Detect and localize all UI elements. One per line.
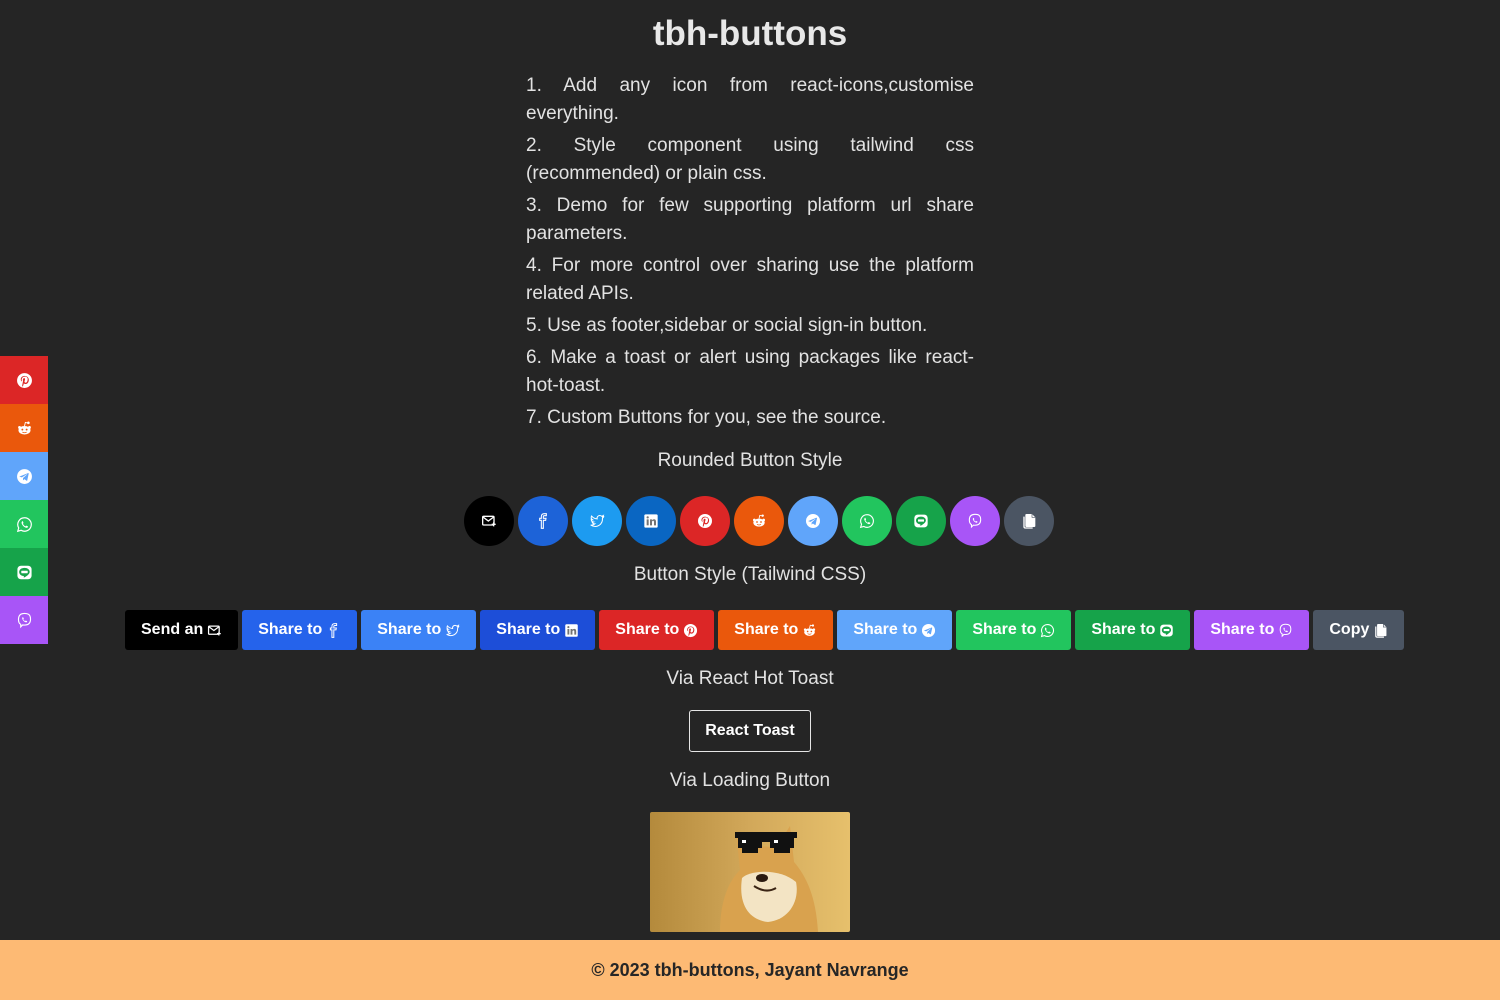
button-label: Share to — [853, 621, 918, 638]
button-label: Share to — [734, 621, 799, 638]
sidebar-whatsapp-button[interactable] — [0, 500, 48, 548]
feature-item: 6. Make a toast or alert using packages … — [526, 347, 974, 396]
feature-item: 2. Style component using tailwind css (r… — [526, 135, 974, 184]
linkedin-round-button[interactable] — [626, 496, 676, 546]
line-icon — [913, 513, 929, 529]
reddit-icon — [16, 420, 33, 437]
telegram-round-button[interactable] — [788, 496, 838, 546]
pinterest-round-button[interactable] — [680, 496, 730, 546]
feature-item: 5. Use as footer,sidebar or social sign-… — [526, 315, 928, 336]
viber-icon — [1278, 623, 1293, 638]
sidebar-pinterest-button[interactable] — [0, 356, 48, 404]
facebook-round-button[interactable] — [518, 496, 568, 546]
viber-icon — [967, 513, 983, 529]
telegram-icon — [16, 468, 33, 485]
react-toast-button[interactable]: React Toast — [689, 710, 811, 752]
sidebar-viber-button[interactable] — [0, 596, 48, 644]
toast-section-heading: Via React Hot Toast — [666, 668, 834, 689]
share-reddit-button[interactable]: Share to — [718, 610, 834, 650]
tailwind-button-row: Send an Share to Share to Share to Share… — [125, 610, 1405, 650]
email-icon — [207, 623, 222, 638]
share-viber-button[interactable]: Share to — [1194, 610, 1310, 650]
button-label: Share to — [615, 621, 680, 638]
pinterest-icon — [16, 372, 33, 389]
linkedin-icon — [643, 513, 659, 529]
tailwind-section-heading: Button Style (Tailwind CSS) — [633, 564, 867, 585]
share-telegram-button[interactable]: Share to — [837, 610, 953, 650]
share-line-button[interactable]: Share to — [1075, 610, 1191, 650]
loading-section-heading: Via Loading Button — [669, 770, 831, 791]
share-linkedin-button[interactable]: Share to — [480, 610, 596, 650]
button-label: Share to — [1210, 621, 1275, 638]
button-label: Share to — [496, 621, 561, 638]
feature-list: 1. Add any icon from react-icons,customi… — [526, 72, 974, 436]
whatsapp-round-button[interactable] — [842, 496, 892, 546]
footer-copyright: © 2023 tbh-buttons, Jayant Navrange — [591, 959, 909, 980]
copy-link-button[interactable]: Copy — [1313, 610, 1405, 650]
feature-item: 7. Custom Buttons for you, see the sourc… — [526, 407, 887, 428]
button-label: Share to — [1091, 621, 1156, 638]
rounded-section-heading: Rounded Button Style — [657, 450, 843, 471]
sidebar-reddit-button[interactable] — [0, 404, 48, 452]
linkedin-icon — [564, 623, 579, 638]
email-icon — [481, 513, 497, 529]
copy-icon — [1373, 623, 1388, 638]
line-icon — [16, 564, 33, 581]
button-label: Copy — [1329, 621, 1370, 638]
twitter-icon — [445, 623, 460, 638]
telegram-icon — [805, 513, 821, 529]
button-label: Share to — [258, 621, 323, 638]
share-sidebar — [0, 356, 48, 644]
pinterest-icon — [683, 623, 698, 638]
share-whatsapp-button[interactable]: Share to — [956, 610, 1072, 650]
copy-round-button[interactable] — [1004, 496, 1054, 546]
sidebar-telegram-button[interactable] — [0, 452, 48, 500]
copy-icon — [1021, 513, 1037, 529]
share-pinterest-button[interactable]: Share to — [599, 610, 715, 650]
button-label: Share to — [377, 621, 442, 638]
reddit-icon — [802, 623, 817, 638]
reddit-round-button[interactable] — [734, 496, 784, 546]
rounded-button-row — [464, 496, 1054, 546]
footer: © 2023 tbh-buttons, Jayant Navrange — [0, 940, 1500, 1000]
whatsapp-icon — [859, 513, 875, 529]
pinterest-icon — [697, 513, 713, 529]
whatsapp-icon — [1040, 623, 1055, 638]
button-label: Send an — [141, 621, 204, 638]
feature-item: 3. Demo for few supporting platform url … — [526, 195, 974, 244]
button-label: Share to — [972, 621, 1037, 638]
reddit-icon — [751, 513, 767, 529]
line-round-button[interactable] — [896, 496, 946, 546]
page-title: tbh-buttons — [652, 14, 848, 53]
feature-item: 4. For more control over sharing use the… — [526, 255, 974, 304]
share-twitter-button[interactable]: Share to — [361, 610, 477, 650]
viber-round-button[interactable] — [950, 496, 1000, 546]
facebook-icon — [535, 513, 551, 529]
loading-button-image[interactable] — [650, 812, 850, 932]
twitter-icon — [589, 513, 605, 529]
email-round-button[interactable] — [464, 496, 514, 546]
line-icon — [1159, 623, 1174, 638]
viber-icon — [16, 612, 33, 629]
telegram-icon — [921, 623, 936, 638]
facebook-icon — [326, 623, 341, 638]
send-email-button[interactable]: Send an — [125, 610, 239, 650]
whatsapp-icon — [16, 516, 33, 533]
feature-item: 1. Add any icon from react-icons,customi… — [526, 75, 974, 124]
doge-image — [650, 812, 850, 932]
sidebar-line-button[interactable] — [0, 548, 48, 596]
twitter-round-button[interactable] — [572, 496, 622, 546]
share-facebook-button[interactable]: Share to — [242, 610, 358, 650]
